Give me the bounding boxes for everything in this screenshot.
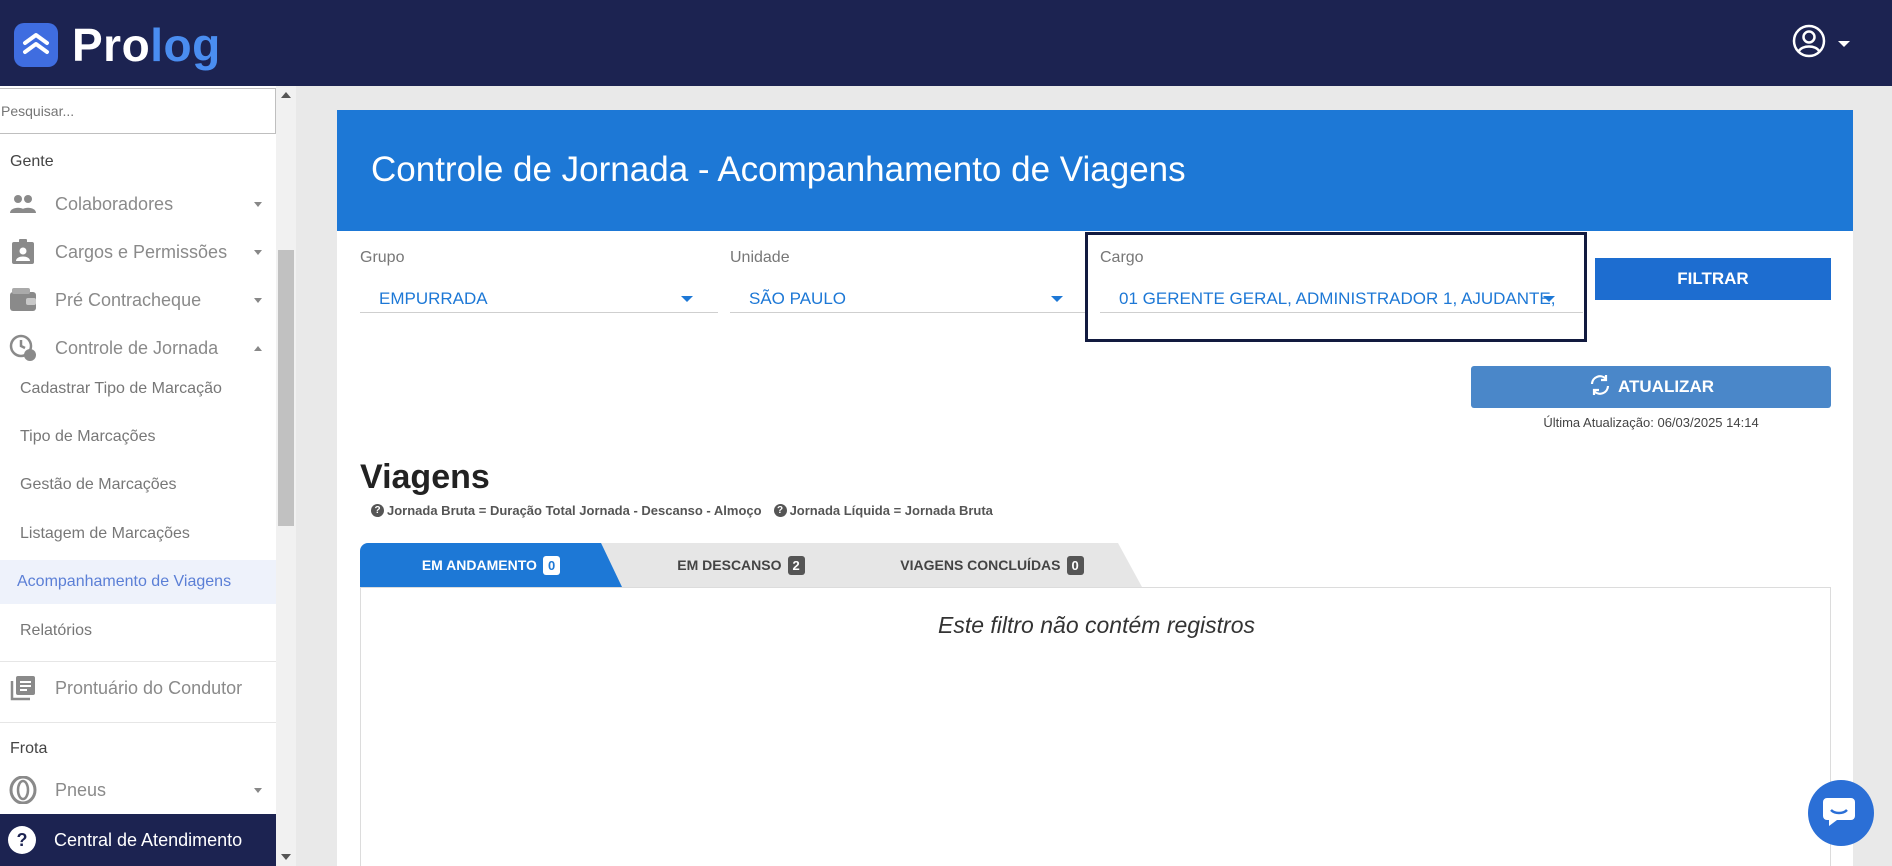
- chevron-down-icon: [681, 296, 693, 302]
- last-update-text: Última Atualização: 06/03/2025 14:14: [1543, 415, 1759, 430]
- tab-label: EM DESCANSO: [677, 557, 782, 573]
- chevron-down-icon: [1543, 296, 1555, 302]
- scroll-thumb[interactable]: [278, 250, 294, 526]
- sidebar-item-label: Controle de Jornada: [55, 337, 219, 358]
- prolog-logo[interactable]: Prolog: [14, 18, 221, 72]
- sidebar-item-label: Pré Contracheque: [55, 289, 202, 310]
- help-icon: ?: [371, 504, 384, 517]
- sidebar-subitem-listagem-marcacoes[interactable]: Listagem de Marcações: [0, 512, 276, 556]
- legend-text: Jornada Bruta = Duração Total Jornada - …: [387, 503, 762, 518]
- chevron-down-icon: [254, 202, 262, 207]
- tab-label: EM ANDAMENTO: [421, 557, 537, 573]
- prolog-logo-icon: [14, 23, 58, 67]
- atualizar-button[interactable]: ATUALIZAR: [1471, 366, 1831, 408]
- sidebar-subitem-tipo-marcacoes[interactable]: Tipo de Marcações: [0, 415, 276, 459]
- chevron-down-icon: [254, 250, 262, 255]
- unidade-label: Unidade: [730, 249, 790, 266]
- help-icon: ?: [8, 826, 36, 854]
- sidebar-item-label: Cargos e Permissões: [55, 241, 228, 262]
- empty-message: Este filtro não contém registros: [937, 612, 1256, 638]
- book-icon: [8, 673, 38, 703]
- chevron-down-icon: [254, 298, 262, 303]
- section-label-gente: Gente: [10, 153, 54, 170]
- sidebar: Gente Colaboradores Cargos e Permissões …: [0, 86, 276, 866]
- sidebar-item-controle-jornada[interactable]: Controle de Jornada: [0, 328, 276, 368]
- tab-em-andamento[interactable]: EM ANDAMENTO 0: [360, 543, 622, 587]
- brand-name: Prolog: [72, 19, 221, 71]
- field-underline: [360, 312, 718, 313]
- sidebar-item-cargos[interactable]: Cargos e Permissões: [0, 232, 276, 272]
- badge-icon: [8, 237, 38, 267]
- legend-item: ? Jornada Bruta = Duração Total Jornada …: [371, 503, 762, 518]
- chat-button[interactable]: [1808, 780, 1874, 846]
- cargo-value: 01 GERENTE GERAL, ADMINISTRADOR 1, AJUDA…: [1119, 289, 1556, 308]
- clock-icon: [8, 333, 38, 363]
- scroll-down-arrow-icon[interactable]: [281, 854, 291, 860]
- divider: [0, 722, 276, 723]
- chevron-down-icon: [254, 788, 262, 793]
- tab-count-badge: 0: [542, 555, 561, 575]
- sidebar-item-label: Pneus: [55, 779, 107, 800]
- chevron-down-icon: [1838, 40, 1850, 47]
- atualizar-label: ATUALIZAR: [1618, 377, 1714, 396]
- search-input[interactable]: [0, 88, 276, 134]
- section-label-frota: Frota: [10, 740, 48, 757]
- scroll-up-arrow-icon[interactable]: [281, 92, 291, 98]
- sidebar-subitem-relatorios[interactable]: Relatórios: [0, 609, 276, 653]
- page-title: Controle de Jornada - Acompanhamento de …: [371, 150, 1186, 189]
- tab-count-badge: 0: [1066, 555, 1084, 575]
- people-icon: [8, 189, 38, 219]
- tab-label: VIAGENS CONCLUÍDAS: [900, 557, 1061, 573]
- user-menu[interactable]: [1792, 24, 1850, 63]
- grupo-select[interactable]: Grupo EMPURRADA: [360, 249, 718, 313]
- sidebar-item-colaboradores[interactable]: Colaboradores: [0, 184, 276, 224]
- sidebar-item-label: Prontuário do Condutor: [55, 677, 243, 698]
- unidade-select[interactable]: Unidade SÃO PAULO: [730, 249, 1088, 313]
- divider: [0, 661, 276, 662]
- help-icon: ?: [773, 504, 787, 517]
- chevron-up-icon: [254, 346, 262, 351]
- central-atendimento-label: Central de Atendimento: [54, 829, 243, 850]
- main-card: Controle de Jornada - Acompanhamento de …: [337, 110, 1853, 866]
- sidebar-subitem-cadastrar-tipo[interactable]: Cadastrar Tipo de Marcação: [0, 367, 276, 411]
- sidebar-item-label: Colaboradores: [55, 193, 174, 214]
- filtrar-button[interactable]: FILTRAR: [1595, 258, 1831, 300]
- grupo-label: Grupo: [360, 249, 405, 266]
- legend-text: Jornada Líquida = Jornada Bruta: [789, 503, 993, 518]
- user-circle-icon: [1792, 24, 1826, 63]
- legend-item: ? Jornada Líquida = Jornada Bruta: [773, 503, 993, 518]
- sidebar-scrollbar[interactable]: [276, 86, 296, 866]
- sidebar-item-pneus[interactable]: Pneus: [0, 770, 276, 810]
- legend: ? Jornada Bruta = Duração Total Jornada …: [371, 503, 1005, 518]
- sidebar-subitem-acompanhamento-viagens[interactable]: Acompanhamento de Viagens: [0, 560, 276, 604]
- wallet-icon: [8, 285, 38, 315]
- chevron-down-icon: [1051, 296, 1063, 302]
- top-bar: Prolog: [0, 0, 1892, 86]
- tab-viagens-concluidas[interactable]: VIAGENS CONCLUÍDAS 0: [842, 543, 1142, 587]
- section-title: Viagens: [360, 458, 490, 496]
- unidade-value: SÃO PAULO: [749, 289, 846, 308]
- page-header: Controle de Jornada - Acompanhamento de …: [337, 110, 1853, 231]
- cargo-select[interactable]: Cargo 01 GERENTE GERAL, ADMINISTRADOR 1,…: [1100, 249, 1583, 313]
- tire-icon: [8, 775, 38, 805]
- tab-count-badge: 2: [787, 555, 805, 575]
- cargo-label: Cargo: [1100, 249, 1144, 266]
- sidebar-item-prontuario[interactable]: Prontuário do Condutor: [0, 668, 276, 708]
- grupo-value: EMPURRADA: [379, 289, 488, 308]
- tab-em-descanso[interactable]: EM DESCANSO 2: [600, 543, 882, 587]
- refresh-icon: [1588, 373, 1618, 402]
- field-underline: [730, 312, 1088, 313]
- sidebar-subitem-gestao-marcacoes[interactable]: Gestão de Marcações: [0, 463, 276, 507]
- sidebar-item-pre-contracheque[interactable]: Pré Contracheque: [0, 280, 276, 320]
- field-underline: [1100, 312, 1583, 313]
- tab-content: Este filtro não contém registros: [360, 587, 1831, 866]
- central-atendimento-button[interactable]: ? Central de Atendimento: [0, 814, 278, 866]
- chat-icon: [1823, 794, 1859, 833]
